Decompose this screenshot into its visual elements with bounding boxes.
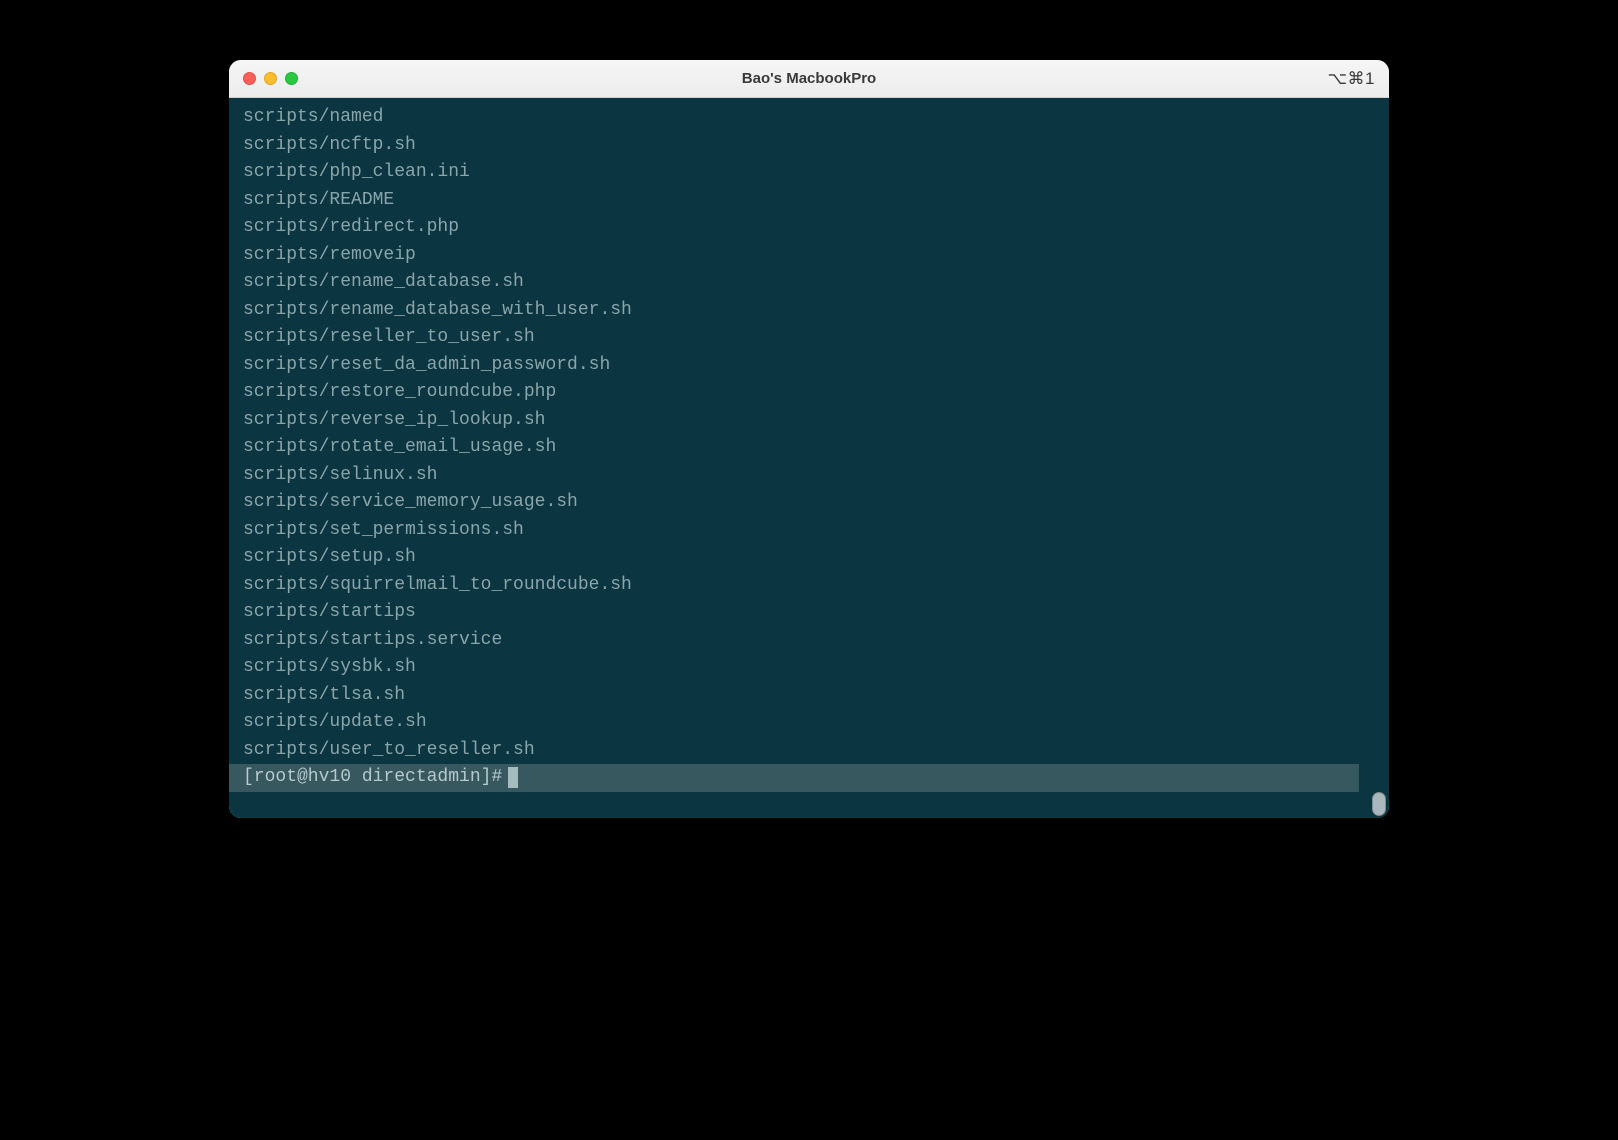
output-line: scripts/named <box>243 104 1389 132</box>
scrollbar-track[interactable] <box>1370 98 1386 818</box>
maximize-button[interactable] <box>285 72 298 85</box>
output-line: scripts/rename_database_with_user.sh <box>243 297 1389 325</box>
output-line: scripts/startips <box>243 599 1389 627</box>
output-line: scripts/sysbk.sh <box>243 654 1389 682</box>
output-line: scripts/set_permissions.sh <box>243 517 1389 545</box>
close-button[interactable] <box>243 72 256 85</box>
titlebar[interactable]: Bao's MacbookPro ⌥⌘1 <box>229 60 1389 98</box>
output-line: scripts/service_memory_usage.sh <box>243 489 1389 517</box>
output-line: scripts/squirrelmail_to_roundcube.sh <box>243 572 1389 600</box>
window-title: Bao's MacbookPro <box>742 70 876 87</box>
output-line: scripts/README <box>243 187 1389 215</box>
prompt-text: [root@hv10 directadmin]# <box>243 764 502 792</box>
output-line: scripts/startips.service <box>243 627 1389 655</box>
output-line: scripts/rename_database.sh <box>243 269 1389 297</box>
output-line: scripts/reverse_ip_lookup.sh <box>243 407 1389 435</box>
terminal-output: scripts/named scripts/ncftp.sh scripts/p… <box>229 104 1389 764</box>
output-line: scripts/rotate_email_usage.sh <box>243 434 1389 462</box>
output-line: scripts/selinux.sh <box>243 462 1389 490</box>
output-line: scripts/restore_roundcube.php <box>243 379 1389 407</box>
scrollbar-thumb[interactable] <box>1372 792 1386 816</box>
output-line: scripts/reset_da_admin_password.sh <box>243 352 1389 380</box>
minimize-button[interactable] <box>264 72 277 85</box>
output-line: scripts/removeip <box>243 242 1389 270</box>
prompt-row[interactable]: [root@hv10 directadmin]# <box>229 764 1359 792</box>
cursor <box>508 767 518 788</box>
output-line: scripts/php_clean.ini <box>243 159 1389 187</box>
output-line: scripts/tlsa.sh <box>243 682 1389 710</box>
terminal-window: Bao's MacbookPro ⌥⌘1 scripts/named scrip… <box>229 60 1389 818</box>
output-line: scripts/setup.sh <box>243 544 1389 572</box>
output-line: scripts/user_to_reseller.sh <box>243 737 1389 765</box>
output-line: scripts/ncftp.sh <box>243 132 1389 160</box>
terminal-body[interactable]: scripts/named scripts/ncftp.sh scripts/p… <box>229 98 1389 818</box>
output-line: scripts/update.sh <box>243 709 1389 737</box>
session-shortcut-indicator: ⌥⌘1 <box>1327 69 1375 89</box>
output-line: scripts/reseller_to_user.sh <box>243 324 1389 352</box>
traffic-lights <box>243 72 298 85</box>
output-line: scripts/redirect.php <box>243 214 1389 242</box>
